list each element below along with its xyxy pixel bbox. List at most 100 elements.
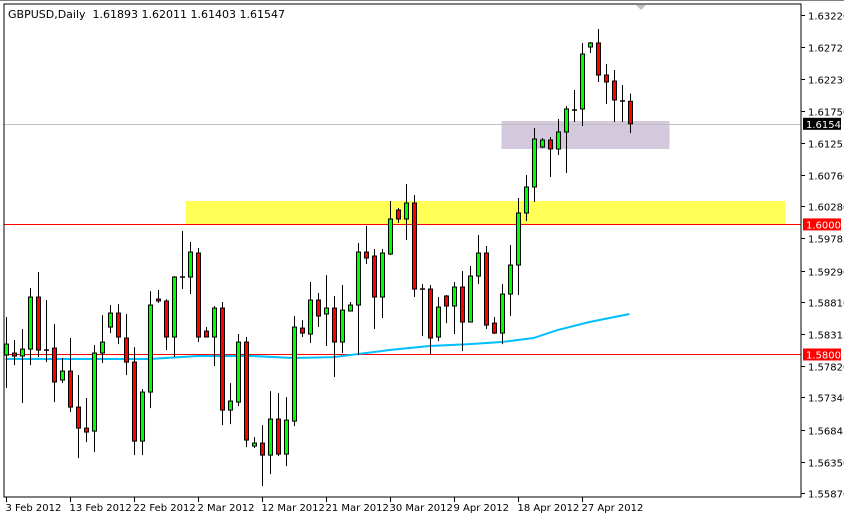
candle-body-bear — [68, 370, 73, 408]
candle[interactable] — [412, 195, 417, 298]
candle[interactable] — [292, 316, 297, 427]
candle-body-bear — [428, 288, 433, 339]
candle-body-bull — [268, 418, 273, 456]
candle-body-bull — [340, 309, 345, 343]
x-tick-label: 18 Apr 2012 — [518, 503, 580, 514]
candle-body-bull — [380, 252, 385, 298]
candle-body-bear — [52, 347, 57, 383]
candle-body-bear — [276, 418, 281, 455]
candle-body-bear — [372, 255, 377, 298]
chart-title: GBPUSD,Daily 1.61893 1.62011 1.61403 1.6… — [8, 8, 285, 21]
candle-body-bull — [348, 304, 353, 312]
y-tick-label: 1.59290 — [808, 268, 844, 279]
candle-body-bull — [20, 348, 25, 357]
candle-body-bull — [284, 419, 289, 455]
candle-body-bear — [548, 139, 553, 150]
y-tick-label: 1.60760 — [808, 172, 844, 183]
candle-body-bull — [524, 186, 529, 214]
candle-body-bull — [556, 131, 561, 150]
candle-body-bull — [404, 202, 409, 220]
candle-body-bear — [612, 80, 617, 101]
candlestick-chart[interactable]: 1.63220 1.62725 1.62230 1.61750 1.61255 1.607… — [0, 0, 844, 517]
candle-body-bull — [28, 296, 33, 350]
candle-body-bear — [444, 295, 449, 307]
candle-body-bear — [116, 312, 121, 338]
y-tick-label: 1.59785 — [808, 235, 844, 246]
support-zone[interactable] — [501, 121, 670, 150]
y-tick-label: 1.57340 — [808, 394, 844, 405]
y-tick-label: 1.58315 — [808, 331, 844, 342]
candle[interactable] — [132, 347, 137, 456]
candle-body-bull — [540, 139, 545, 148]
candle-body-bear — [396, 209, 401, 220]
candle-body-bull — [108, 312, 113, 328]
candle-body-bear — [36, 296, 41, 351]
y-tick-label: 1.57820 — [808, 363, 844, 374]
candle-body-bear — [76, 406, 81, 429]
candle-body-bull — [580, 53, 585, 110]
candle-body-bear — [604, 74, 609, 83]
candle-body-bull — [188, 251, 193, 278]
candle-body-bear — [492, 322, 497, 334]
candle-body-bull — [292, 326, 297, 422]
candle-body-bear — [156, 298, 161, 302]
candle-body-bull — [588, 42, 593, 48]
candle-body-bull — [308, 299, 313, 335]
candle-body-bull — [476, 252, 481, 277]
x-tick-label: 12 Mar 2012 — [262, 503, 325, 514]
candle-body-bull — [100, 341, 105, 354]
candle[interactable] — [244, 337, 249, 448]
last-high: 1.62011 — [141, 8, 188, 21]
candle-body-bear — [132, 361, 137, 442]
candle-body-bear — [164, 300, 169, 338]
x-tick-label: 3 Feb 2012 — [6, 503, 62, 514]
candle-body-bull — [452, 286, 457, 307]
y-tick-label: 1.61255 — [808, 140, 844, 151]
x-tick-label: 21 Mar 2012 — [326, 503, 389, 514]
candle-body-bear — [316, 299, 321, 317]
candle[interactable] — [196, 248, 201, 343]
y-tick-label: 1.61750 — [808, 108, 844, 119]
candle-body-bull — [228, 400, 233, 411]
candle-body-bull — [324, 307, 329, 315]
candle-body-bear — [460, 286, 465, 323]
candle-body-bear — [260, 442, 265, 456]
candle-body-bull — [388, 218, 393, 255]
candle-body-bear — [220, 307, 225, 411]
candle-body-bear — [332, 307, 337, 343]
candle-body-bull — [148, 304, 153, 393]
candle-body-bull — [212, 307, 217, 338]
x-tick-label: 27 Apr 2012 — [582, 503, 644, 514]
last-open: 1.61893 — [92, 8, 139, 21]
candle-body-bear — [628, 100, 633, 125]
symbol-timeframe: GBPUSD,Daily — [8, 8, 86, 21]
candle[interactable] — [148, 291, 153, 409]
candle-body-bull — [140, 391, 145, 442]
chart-background — [0, 0, 844, 517]
candle-body-bear — [596, 42, 601, 76]
candle-body-bear — [244, 341, 249, 441]
candle-body-bull — [92, 352, 97, 432]
candle-body-bear — [124, 337, 129, 363]
candle-body-bear — [12, 352, 17, 357]
candle-body-bear — [84, 427, 89, 433]
level-price-tag: 1.58000 — [806, 350, 844, 361]
y-tick-label: 1.58810 — [808, 299, 844, 310]
candle[interactable] — [484, 246, 489, 330]
candle-body-bear — [364, 251, 369, 259]
candle-body-bull — [516, 212, 521, 266]
candle-body-bear — [204, 330, 209, 338]
y-tick-label: 1.63220 — [808, 12, 844, 23]
candle-body-bull — [236, 341, 241, 403]
candle-body-bear — [300, 327, 305, 334]
candle-body-bear — [484, 252, 489, 326]
candle-body-bull — [60, 370, 65, 381]
x-tick-label: 30 Mar 2012 — [390, 503, 453, 514]
candle-body-bear — [412, 202, 417, 290]
last-low: 1.61403 — [190, 8, 237, 21]
candle[interactable] — [236, 334, 241, 407]
candle[interactable] — [220, 302, 225, 426]
candle-body-bull — [172, 276, 177, 338]
resistance-zone[interactable] — [185, 200, 786, 225]
bid-price-tag: 1.61547 — [806, 120, 844, 131]
